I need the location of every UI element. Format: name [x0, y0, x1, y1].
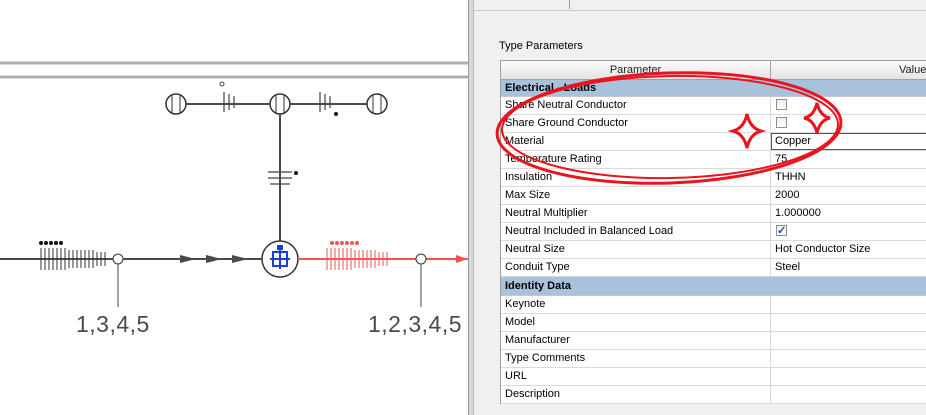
- param-name: Max Size: [501, 187, 771, 204]
- param-row[interactable]: Share Ground Conductor: [501, 115, 926, 133]
- param-name: Model: [501, 314, 771, 331]
- param-value[interactable]: [771, 350, 926, 367]
- material-field[interactable]: Copper: [771, 133, 926, 150]
- panel-symbol[interactable]: [261, 240, 299, 278]
- param-value[interactable]: [771, 386, 926, 403]
- param-row[interactable]: URL: [501, 368, 926, 386]
- group-header[interactable]: Electrical - Loads: [501, 80, 926, 97]
- param-row[interactable]: Neutral Size Hot Conductor Size: [501, 241, 926, 259]
- param-row[interactable]: Description: [501, 386, 926, 404]
- receptacle-symbol[interactable]: [165, 93, 187, 115]
- type-properties-panel: Type Parameters Parameter Value Electric…: [474, 0, 926, 415]
- param-row[interactable]: Neutral Multiplier 1.000000: [501, 205, 926, 223]
- param-name: Temperature Rating: [501, 151, 771, 168]
- param-name: Share Neutral Conductor: [501, 97, 771, 114]
- param-value[interactable]: Hot Conductor Size: [771, 241, 926, 258]
- param-row[interactable]: Keynote: [501, 296, 926, 314]
- param-name: URL: [501, 368, 771, 385]
- param-name: Manufacturer: [501, 332, 771, 349]
- value-column-header[interactable]: Value: [771, 61, 926, 79]
- param-row[interactable]: Temperature Rating 75: [501, 151, 926, 169]
- receptacle-symbol[interactable]: [366, 93, 388, 115]
- param-name: Neutral Multiplier: [501, 205, 771, 222]
- param-name: Material: [501, 133, 771, 150]
- param-value[interactable]: [771, 296, 926, 313]
- neutral-balanced-checkbox[interactable]: [776, 223, 787, 240]
- param-row[interactable]: Neutral Included in Balanced Load: [501, 223, 926, 241]
- param-name: Neutral Size: [501, 241, 771, 258]
- param-value[interactable]: [771, 332, 926, 349]
- param-row[interactable]: Manufacturer: [501, 332, 926, 350]
- param-name: Type Comments: [501, 350, 771, 367]
- param-value[interactable]: 75: [771, 151, 926, 168]
- share-ground-checkbox[interactable]: [776, 117, 787, 128]
- wiring-diagram: [0, 61, 468, 307]
- grid-header: Parameter Value: [501, 61, 926, 80]
- param-name: Description: [501, 386, 771, 403]
- param-row[interactable]: Share Neutral Conductor: [501, 97, 926, 115]
- parameter-column-header[interactable]: Parameter: [501, 61, 771, 79]
- drawing-canvas[interactable]: 1,3,4,5 1,2,3,4,5: [0, 0, 468, 415]
- param-value[interactable]: 2000: [771, 187, 926, 204]
- param-value[interactable]: 1.000000: [771, 205, 926, 222]
- wire-tag-label: 1,3,4,5: [76, 311, 150, 337]
- param-row[interactable]: Max Size 2000: [501, 187, 926, 205]
- group-header[interactable]: Identity Data: [501, 277, 926, 296]
- panel-top-bar: [474, 0, 926, 11]
- param-row[interactable]: Model: [501, 314, 926, 332]
- param-value[interactable]: THHN: [771, 169, 926, 186]
- type-parameters-grid: Parameter Value Electrical - Loads Share…: [500, 60, 926, 404]
- section-title: Type Parameters: [499, 40, 583, 52]
- share-neutral-checkbox[interactable]: [776, 99, 787, 110]
- wire-tag-label: 1,2,3,4,5: [368, 311, 463, 337]
- param-value[interactable]: [771, 314, 926, 331]
- param-name: Share Ground Conductor: [501, 115, 771, 132]
- param-name: Keynote: [501, 296, 771, 313]
- receptacle-symbol[interactable]: [269, 93, 291, 115]
- param-row[interactable]: Material Copper: [501, 133, 926, 151]
- param-row[interactable]: Conduit Type Steel: [501, 259, 926, 277]
- param-name: Neutral Included in Balanced Load: [501, 223, 771, 240]
- param-value[interactable]: Steel: [771, 259, 926, 276]
- param-row[interactable]: Insulation THHN: [501, 169, 926, 187]
- param-value[interactable]: [771, 368, 926, 385]
- param-name: Insulation: [501, 169, 771, 186]
- param-name: Conduit Type: [501, 259, 771, 276]
- param-row[interactable]: Type Comments: [501, 350, 926, 368]
